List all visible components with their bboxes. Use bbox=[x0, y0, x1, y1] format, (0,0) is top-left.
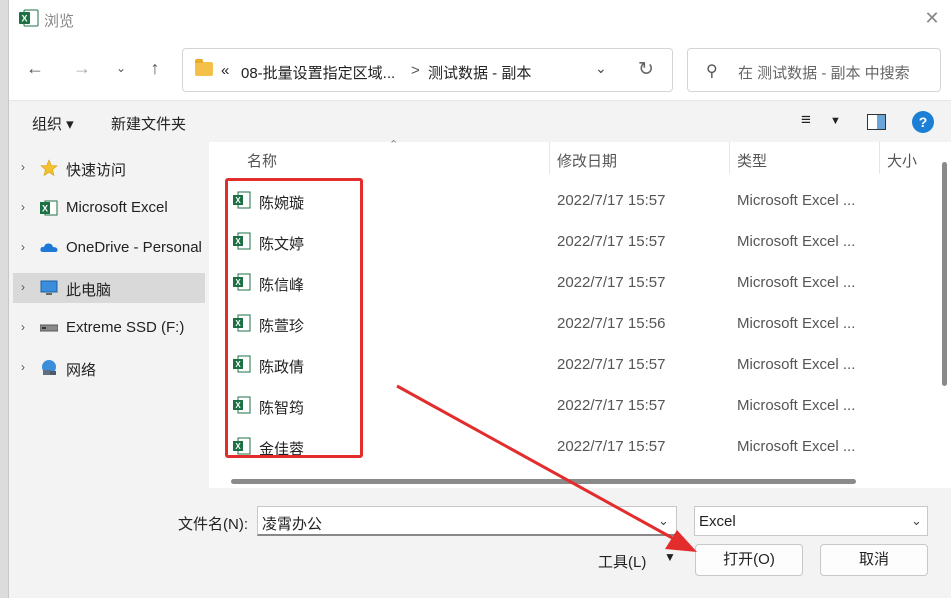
chevron-down-icon[interactable]: ⌄ bbox=[911, 513, 922, 529]
filename-input[interactable]: 凌霄办公 ⌄ bbox=[257, 506, 677, 536]
view-dropdown-icon[interactable]: ▼ bbox=[830, 115, 841, 127]
column-header-name[interactable]: 名称 bbox=[247, 150, 277, 171]
sidebar-item-extreme-ssd[interactable]: › Extreme SSD (F:) bbox=[13, 313, 205, 343]
file-type: Microsoft Excel ... bbox=[737, 315, 856, 332]
dialog-footer: 文件名(N): 凌霄办公 ⌄ Excel ⌄ 工具(L) ▼ 打开(O) 取消 bbox=[9, 492, 951, 598]
file-browse-dialog: X 浏览 ✕ ← → ⌄ ↑ « 08-批量设置指定区域... > 测试数据 -… bbox=[8, 0, 951, 598]
close-icon[interactable]: ✕ bbox=[921, 7, 943, 29]
sidebar-item-microsoft-excel[interactable]: › X Microsoft Excel bbox=[13, 193, 205, 223]
column-header-type[interactable]: 类型 bbox=[737, 150, 767, 171]
filename-label: 文件名(N): bbox=[178, 516, 248, 533]
help-icon[interactable]: ? bbox=[912, 111, 934, 133]
file-date: 2022/7/17 15:57 bbox=[557, 356, 666, 373]
breadcrumb-parent[interactable]: 08-批量设置指定区域... bbox=[241, 62, 395, 83]
chevron-right-icon[interactable]: › bbox=[21, 320, 25, 334]
new-folder-button[interactable]: 新建文件夹 bbox=[111, 113, 186, 134]
address-bar[interactable]: « 08-批量设置指定区域... > 测试数据 - 副本 ⌄ ↻ bbox=[182, 48, 673, 92]
sidebar-item-label: 此电脑 bbox=[66, 282, 112, 299]
sidebar-item-label: 快速访问 bbox=[66, 162, 127, 179]
title-bar: X 浏览 ✕ bbox=[9, 0, 951, 38]
forward-arrow-icon[interactable]: → bbox=[70, 56, 94, 80]
column-header-date[interactable]: 修改日期 bbox=[557, 150, 617, 171]
cloud-icon bbox=[40, 243, 58, 252]
chevron-right-icon[interactable]: › bbox=[21, 160, 25, 174]
navigation-bar: ← → ⌄ ↑ « 08-批量设置指定区域... > 测试数据 - 副本 ⌄ ↻… bbox=[9, 38, 951, 100]
horizontal-scrollbar[interactable] bbox=[231, 479, 856, 484]
computer-icon bbox=[40, 280, 58, 295]
svg-text:X: X bbox=[21, 14, 27, 24]
star-icon bbox=[40, 159, 58, 177]
sidebar-item-label: Extreme SSD (F:) bbox=[66, 319, 185, 336]
breadcrumb-overflow[interactable]: « bbox=[221, 62, 229, 79]
column-header-size[interactable]: 大小 bbox=[887, 150, 917, 171]
up-arrow-icon[interactable]: ↑ bbox=[143, 56, 167, 80]
tools-dropdown-icon[interactable]: ▼ bbox=[664, 550, 676, 564]
file-type: Microsoft Excel ... bbox=[737, 438, 856, 455]
file-type: Microsoft Excel ... bbox=[737, 233, 856, 250]
search-placeholder: 在 测试数据 - 副本 中搜索 bbox=[738, 65, 910, 82]
file-date: 2022/7/17 15:57 bbox=[557, 274, 666, 291]
chevron-right-icon[interactable]: › bbox=[21, 200, 25, 214]
sort-ascending-icon: ⌃ bbox=[389, 139, 399, 151]
vertical-scrollbar[interactable] bbox=[942, 162, 947, 386]
filetype-select[interactable]: Excel ⌄ bbox=[694, 506, 928, 536]
search-box[interactable]: ⚲ 在 测试数据 - 副本 中搜索 bbox=[687, 48, 941, 92]
cancel-button[interactable]: 取消 bbox=[820, 544, 928, 576]
sidebar-item-label: OneDrive - Personal bbox=[66, 239, 202, 256]
file-date: 2022/7/17 15:57 bbox=[557, 397, 666, 414]
breadcrumb-separator-icon[interactable]: > bbox=[411, 62, 420, 79]
file-type: Microsoft Excel ... bbox=[737, 192, 856, 209]
file-list: ⌃ 名称 修改日期 类型 大小 X 陈婉璇 2022/7/17 15:57 Mi… bbox=[209, 139, 951, 488]
filetype-value: Excel bbox=[699, 513, 736, 530]
preview-pane-icon[interactable] bbox=[867, 114, 886, 130]
sidebar-item-quick-access[interactable]: › 快速访问 bbox=[13, 153, 205, 183]
chevron-down-icon[interactable]: ⌄ bbox=[658, 513, 669, 529]
organize-button[interactable]: 组织 ▾ bbox=[32, 113, 74, 134]
back-arrow-icon[interactable]: ← bbox=[23, 56, 47, 80]
breadcrumb-current[interactable]: 测试数据 - 副本 bbox=[428, 62, 531, 83]
filename-value: 凌霄办公 bbox=[262, 516, 323, 533]
search-icon: ⚲ bbox=[706, 63, 718, 80]
chevron-right-icon[interactable]: › bbox=[21, 240, 25, 254]
file-type: Microsoft Excel ... bbox=[737, 274, 856, 291]
excel-icon: X bbox=[40, 200, 58, 216]
sidebar-item-this-pc[interactable]: › 此电脑 bbox=[13, 273, 205, 303]
file-type: Microsoft Excel ... bbox=[737, 397, 856, 414]
svg-text:X: X bbox=[42, 204, 48, 214]
drive-icon bbox=[40, 324, 58, 332]
refresh-icon[interactable]: ↻ bbox=[638, 58, 654, 81]
view-list-icon[interactable]: ≡ bbox=[801, 110, 811, 130]
column-divider[interactable] bbox=[729, 142, 730, 174]
navigation-pane: › 快速访问 › X Microsoft Excel › OneDrive - … bbox=[9, 142, 209, 488]
tools-menu[interactable]: 工具(L) bbox=[598, 551, 646, 572]
network-icon bbox=[42, 360, 56, 375]
sidebar-item-onedrive[interactable]: › OneDrive - Personal bbox=[13, 233, 205, 263]
open-button[interactable]: 打开(O) bbox=[695, 544, 803, 576]
address-dropdown-icon[interactable]: ⌄ bbox=[595, 60, 607, 77]
sidebar-item-network[interactable]: › 网络 bbox=[13, 353, 205, 383]
file-date: 2022/7/17 15:57 bbox=[557, 192, 666, 209]
sidebar-item-label: Microsoft Excel bbox=[66, 199, 168, 216]
recent-locations-chevron-icon[interactable]: ⌄ bbox=[109, 56, 133, 80]
excel-icon: X bbox=[19, 9, 39, 27]
file-type: Microsoft Excel ... bbox=[737, 356, 856, 373]
file-date: 2022/7/17 15:56 bbox=[557, 315, 666, 332]
window-title: 浏览 bbox=[44, 13, 75, 30]
column-divider[interactable] bbox=[879, 142, 880, 174]
file-date: 2022/7/17 15:57 bbox=[557, 233, 666, 250]
chevron-right-icon[interactable]: › bbox=[21, 360, 25, 374]
command-bar: 组织 ▾ 新建文件夹 ≡ ▼ ? bbox=[9, 100, 951, 142]
column-divider[interactable] bbox=[549, 142, 550, 174]
chevron-right-icon[interactable]: › bbox=[21, 280, 25, 294]
file-date: 2022/7/17 15:57 bbox=[557, 438, 666, 455]
annotation-highlight-box bbox=[225, 178, 363, 458]
sidebar-item-label: 网络 bbox=[66, 362, 97, 379]
folder-icon bbox=[195, 59, 213, 76]
